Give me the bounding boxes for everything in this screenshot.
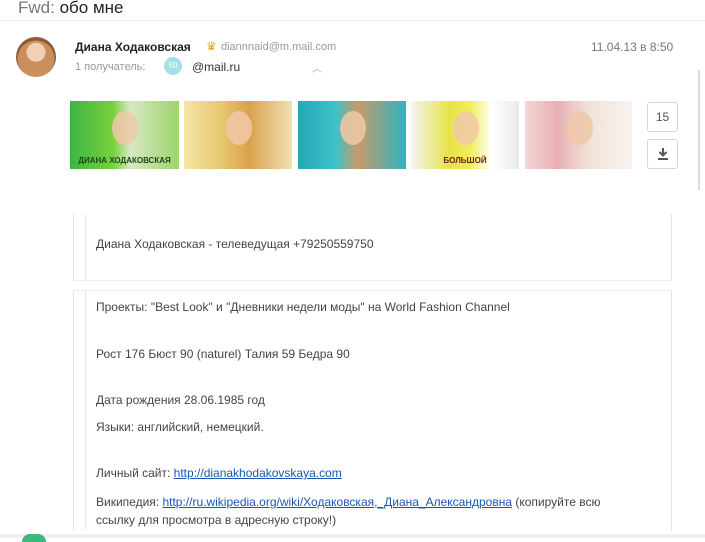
download-icon[interactable] — [647, 139, 678, 169]
attachment-thumbnail[interactable]: БОЛЬШОЙ — [411, 101, 519, 169]
message-date: 11.04.13 в 8:50 — [591, 40, 674, 54]
attachment-thumbnail[interactable] — [298, 101, 406, 169]
recipient-avatar[interactable]: 50 — [164, 57, 182, 75]
chevron-up-icon[interactable]: ︿ — [312, 60, 322, 75]
wiki-link[interactable]: http://ru.wikipedia.org/wiki/Ходаковская… — [162, 495, 512, 509]
thumbnail-caption: БОЛЬШОЙ — [443, 156, 487, 165]
wiki-line: Википедия: http://ru.wikipedia.org/wiki/… — [96, 495, 600, 509]
site-line: Личный сайт: http://dianakhodakovskaya.c… — [96, 466, 342, 480]
recipient-address[interactable]: @mail.ru — [192, 60, 240, 74]
quote-line — [85, 290, 86, 530]
wiki-note: (копируйте всю — [515, 495, 601, 509]
projects-line: Проекты: "Best Look" и "Дневники недели … — [96, 300, 510, 314]
subject-text: обо мне — [59, 0, 124, 17]
sender-email[interactable]: diannnaid@m.mail.com — [221, 41, 336, 53]
wiki-note-line: ссылку для просмотра в адресную строку!) — [96, 513, 337, 527]
subject-prefix: Fwd: — [18, 0, 55, 17]
attachment-thumbnail[interactable] — [525, 101, 632, 169]
site-label: Личный сайт: — [96, 466, 171, 480]
photo-face — [453, 111, 479, 145]
thumbnail-caption: ДИАНА ХОДАКОВСКАЯ — [78, 156, 171, 165]
wiki-label: Википедия: — [96, 495, 160, 509]
languages-line: Языки: английский, немецкий. — [96, 420, 264, 434]
recipients-label: 1 получатель: — [75, 61, 146, 73]
photo-face — [112, 111, 138, 145]
bottom-toolbar — [0, 534, 705, 538]
site-link[interactable]: http://dianakhodakovskaya.com — [174, 466, 342, 480]
sender-name[interactable]: Диана Ходаковская — [75, 40, 191, 54]
attachment-thumbnail[interactable] — [184, 101, 292, 169]
photo-face — [226, 111, 252, 145]
header-divider — [0, 20, 705, 21]
crown-icon: ♛ — [206, 39, 217, 53]
photo-face — [567, 111, 593, 145]
reply-avatar[interactable] — [22, 534, 46, 542]
measurements-line: Рост 176 Бюст 90 (naturel) Талия 59 Бедр… — [96, 347, 350, 361]
intro-line: Диана Ходаковская - телеведущая +7925055… — [96, 237, 374, 251]
attachment-thumbnail[interactable]: ДИАНА ХОДАКОВСКАЯ — [70, 101, 179, 169]
scrollbar[interactable] — [698, 70, 700, 190]
sender-avatar[interactable] — [16, 37, 56, 77]
photo-face — [340, 111, 366, 145]
email-subject: Fwd: обо мне — [18, 0, 123, 18]
attachments-count-button[interactable]: 15 — [647, 102, 678, 132]
birth-line: Дата рождения 28.06.1985 год — [96, 393, 265, 407]
quote-line — [85, 214, 86, 280]
